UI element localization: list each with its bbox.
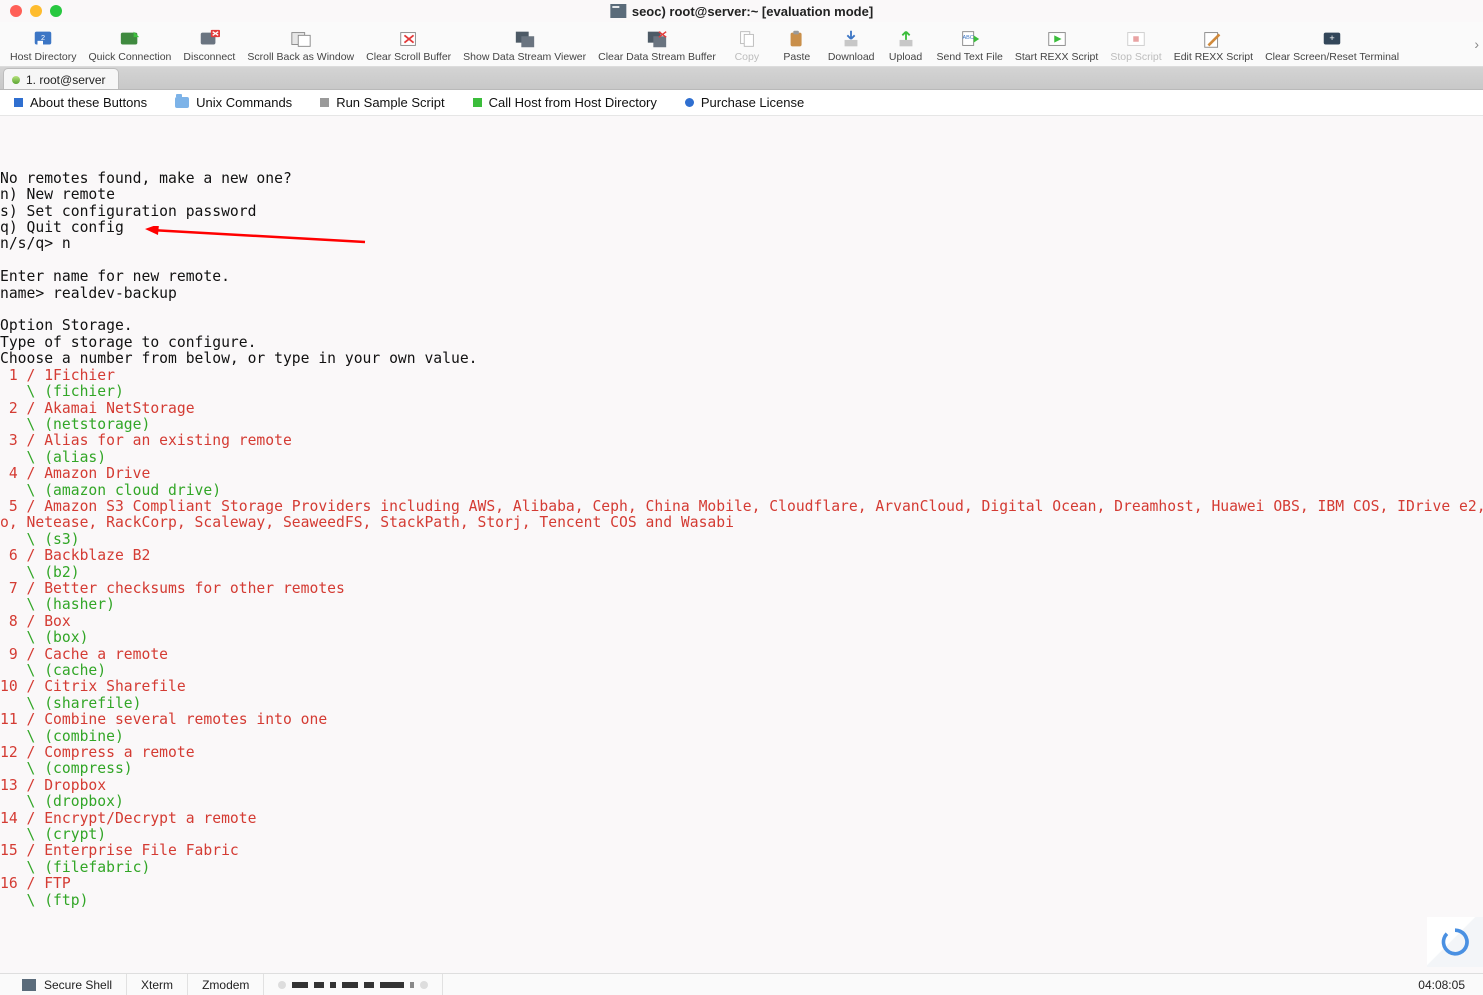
clear-screen-icon: + [1320,29,1344,49]
terminal-app-icon [610,4,626,18]
toolbar-label: Disconnect [183,51,235,63]
toolbar-label: Start REXX Script [1015,51,1098,63]
bullet-icon [685,98,694,107]
toolbar-label: Clear Scroll Buffer [366,51,451,63]
copy-icon [735,29,759,49]
toolbar-label: Quick Connection [89,51,172,63]
quick-connection-button[interactable]: Quick Connection [83,29,178,66]
session-tab-1[interactable]: 1. root@server [3,68,119,89]
toolbar-overflow-arrow[interactable]: › [1474,36,1479,52]
bullet-icon [14,98,23,107]
toolbar-label: Scroll Back as Window [247,51,354,63]
buttonbar-unix[interactable]: Unix Commands [175,95,292,110]
terminal-text: No remotes found, make a new one? n) New… [0,171,1483,909]
session-status-icon [12,76,20,84]
copy-button: Copy [722,29,772,66]
clear-screen-button[interactable]: + Clear Screen/Reset Terminal [1259,29,1405,66]
status-indicators [264,974,443,995]
folder-icon [175,97,189,108]
terminal-status-icon [22,979,36,991]
buttonbar-label: Call Host from Host Directory [489,95,657,110]
toolbar-label: Edit REXX Script [1174,51,1253,63]
terminal-output[interactable]: No remotes found, make a new one? n) New… [0,116,1483,909]
stop-script-icon [1124,29,1148,49]
buttonbar-label: Run Sample Script [336,95,444,110]
clear-data-stream-buffer-icon [645,29,669,49]
edit-rexx-script-button[interactable]: Edit REXX Script [1168,29,1259,66]
start-rexx-script-button[interactable]: Start REXX Script [1009,29,1104,66]
toolbar-label: Paste [783,51,810,63]
disconnect-button[interactable]: Disconnect [177,29,241,66]
svg-text:+: + [1329,33,1334,43]
scroll-back-window-button[interactable]: Scroll Back as Window [241,29,360,66]
zoom-window-button[interactable] [50,5,62,17]
upload-button[interactable]: Upload [881,29,931,66]
bullet-icon [473,98,482,107]
toolbar-label: Clear Data Stream Buffer [598,51,716,63]
toolbar-label: Copy [735,51,760,63]
clear-data-stream-buffer-button[interactable]: Clear Data Stream Buffer [592,29,722,66]
show-data-stream-viewer-icon [513,29,537,49]
minimize-window-button[interactable] [30,5,42,17]
svg-text:2: 2 [41,33,45,42]
traffic-lights [0,5,62,17]
stop-script-button: Stop Script [1104,29,1167,66]
buttonbar-run-sample[interactable]: Run Sample Script [320,95,444,110]
window-titlebar: seoc) root@server:~ [evaluation mode] [0,0,1483,22]
quick-connection-icon [118,29,142,49]
buttonbar-label: Unix Commands [196,95,292,110]
send-text-file-icon: ABC [958,29,982,49]
close-window-button[interactable] [10,5,22,17]
paste-button[interactable]: Paste [772,29,822,66]
status-clock-label: 04:08:05 [1418,978,1465,992]
show-data-stream-viewer-button[interactable]: Show Data Stream Viewer [457,29,592,66]
window-title-text: seoc) root@server:~ [evaluation mode] [632,4,873,19]
download-button[interactable]: Download [822,29,881,66]
buttonbar-about[interactable]: About these Buttons [14,95,147,110]
send-text-file-button[interactable]: ABC Send Text File [931,29,1009,66]
clear-scroll-buffer-button[interactable]: Clear Scroll Buffer [360,29,457,66]
disconnect-icon [197,29,221,49]
main-toolbar: 2 Host Directory Quick Connection Disconnec… [0,22,1483,67]
toolbar-label: Download [828,51,875,63]
toolbar-label: Clear Screen/Reset Terminal [1265,51,1399,63]
paste-icon [785,29,809,49]
status-transfer-label: Zmodem [202,978,249,992]
buttonbar-call-host[interactable]: Call Host from Host Directory [473,95,657,110]
button-bar: About these Buttons Unix Commands Run Samp… [0,90,1483,116]
download-icon [839,29,863,49]
status-clock: 04:08:05 [1408,978,1475,992]
toolbar-label: Send Text File [937,51,1003,63]
buttonbar-label: About these Buttons [30,95,147,110]
session-tab-strip: 1. root@server [0,67,1483,90]
svg-text:ABC: ABC [962,35,973,41]
session-tab-label: 1. root@server [26,73,106,87]
buttonbar-label: Purchase License [701,95,804,110]
start-rexx-script-icon [1045,29,1069,49]
status-bar: Secure Shell Xterm Zmodem 04:08:05 [0,973,1483,995]
toolbar-label: Host Directory [10,51,77,63]
status-term: Xterm [127,974,188,995]
clear-scroll-buffer-icon [397,29,421,49]
toolbar-label: Upload [889,51,922,63]
host-directory-button[interactable]: 2 Host Directory [4,29,83,66]
bullet-icon [320,98,329,107]
status-term-label: Xterm [141,978,173,992]
recaptcha-badge [1427,917,1483,967]
scroll-back-window-icon [289,29,313,49]
edit-rexx-script-icon [1201,29,1225,49]
buttonbar-purchase[interactable]: Purchase License [685,95,804,110]
status-transfer: Zmodem [188,974,264,995]
upload-icon [894,29,918,49]
toolbar-label: Show Data Stream Viewer [463,51,586,63]
status-protocol: Secure Shell [8,974,127,995]
toolbar-label: Stop Script [1110,51,1161,63]
host-directory-icon: 2 [31,29,55,49]
window-title: seoc) root@server:~ [evaluation mode] [610,4,873,19]
status-protocol-label: Secure Shell [44,978,112,992]
